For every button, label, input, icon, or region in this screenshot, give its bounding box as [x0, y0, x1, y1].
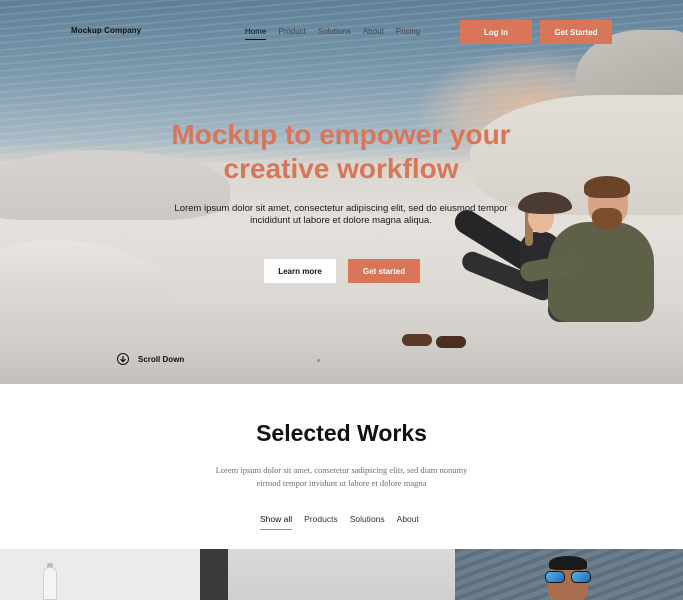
- gallery-item-grey[interactable]: [228, 549, 455, 600]
- filter-solutions[interactable]: Solutions: [350, 513, 385, 525]
- works-title: Selected Works: [256, 420, 427, 446]
- hero-man-hair: [584, 176, 630, 198]
- hero-title: Mockup to empower your creative workflow: [171, 119, 511, 184]
- sunglasses-icon: [545, 571, 591, 583]
- scroll-down-label: Scroll Down: [138, 354, 185, 364]
- learn-more-button[interactable]: Learn more: [264, 259, 336, 283]
- brand-logo[interactable]: Mockup Company: [71, 26, 141, 35]
- nav-item-solutions[interactable]: Solutions: [318, 22, 351, 42]
- sunglasses-lens: [571, 571, 591, 583]
- gallery-item-dark[interactable]: [200, 549, 228, 600]
- sunglasses-lens: [545, 571, 565, 583]
- nav-item-home[interactable]: Home: [245, 22, 267, 42]
- scroll-down-link[interactable]: Scroll Down: [117, 353, 184, 365]
- get-started-header-button[interactable]: Get Started: [540, 20, 612, 44]
- gallery-item-bottle[interactable]: [0, 549, 200, 600]
- get-started-button[interactable]: Get started: [348, 259, 420, 283]
- arrow-down-circle-icon: [117, 353, 129, 365]
- filter-about[interactable]: About: [397, 513, 419, 525]
- hero-woman-shoe: [402, 334, 432, 346]
- nav-item-product[interactable]: Product: [278, 22, 306, 42]
- carousel-dot[interactable]: [317, 359, 320, 362]
- nav-item-pricing[interactable]: Pricing: [396, 22, 420, 42]
- hero-subtitle: Lorem ipsum dolor sit amet, consectetur …: [174, 203, 508, 226]
- main-nav: Home Product Solutions About Pricing: [245, 22, 432, 42]
- nav-item-about[interactable]: About: [363, 22, 384, 42]
- bottle-image: [43, 567, 57, 600]
- login-button[interactable]: Log in: [460, 20, 532, 44]
- works-subtitle: Lorem ipsum dolor sit amet, consetetur s…: [215, 465, 468, 488]
- hero-woman-shoe: [436, 336, 466, 348]
- filter-show-all[interactable]: Show all: [260, 513, 293, 530]
- portrait-hair: [549, 556, 587, 570]
- works-filter-tabs: Show all Products Solutions About: [260, 513, 431, 530]
- filter-products[interactable]: Products: [304, 513, 338, 525]
- hero-section: Mockup Company Home Product Solutions Ab…: [0, 0, 683, 384]
- hero-man-beard: [592, 208, 622, 230]
